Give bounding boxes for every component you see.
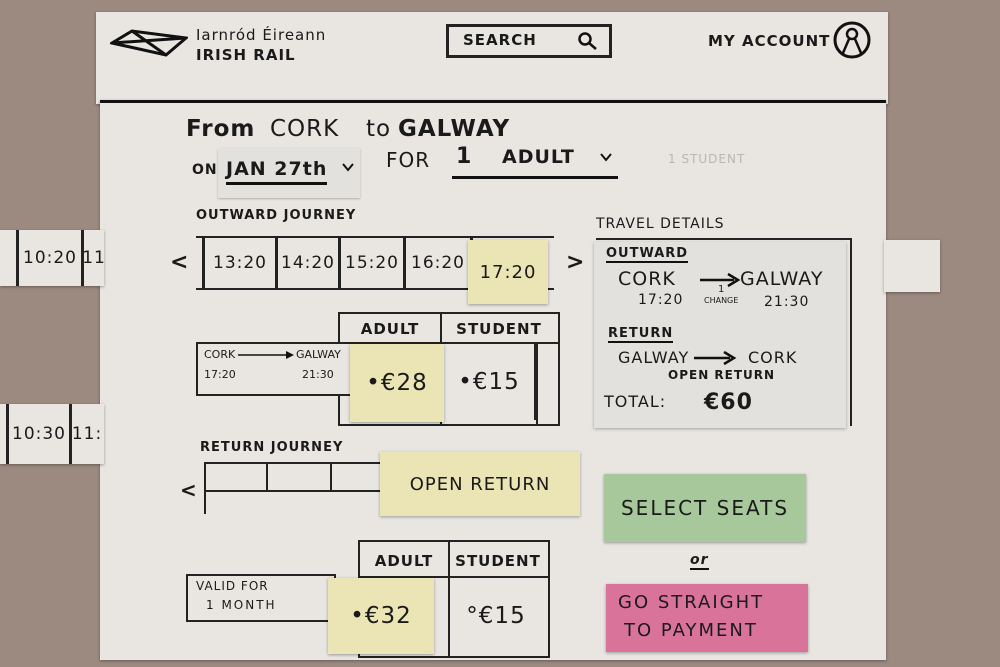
payment-line-2: TO PAYMENT [624,620,758,641]
outward-to: GALWAY [740,268,824,290]
open-return-option[interactable]: OPEN RETURN [380,452,580,516]
outward-adult-price[interactable]: •€28 [350,344,444,422]
my-account[interactable]: MY ACCOUNT [706,20,882,60]
divider [330,462,332,490]
time-slot[interactable]: 15:20 [341,238,406,288]
outward-heading: OUTWARD JOURNEY [196,208,357,223]
route-dep: 17:20 [204,368,236,381]
search-icon[interactable] [577,31,599,51]
on-label: ON [192,162,218,178]
return-label: RETURN [608,326,674,343]
outward-next-button[interactable]: > [566,250,585,275]
return-prev-button[interactable]: < [180,478,198,502]
payment-line-1: GO STRAIGHT [618,592,765,613]
outward-arr: 21:30 [764,294,810,310]
travel-details-card: OUTWARD CORK GALWAY 17:20 1 CHANGE 21:30… [594,242,846,428]
fare-header-student: STUDENT [455,552,541,570]
return-time-strip [204,462,386,514]
divider [266,462,268,490]
return-heading: RETURN JOURNEY [200,440,344,455]
passenger-selector[interactable]: 1 ADULT [452,142,618,179]
time-slot[interactable]: 13:20 [205,238,278,288]
route-from: CORK [204,348,236,361]
time-slot[interactable]: 16:20 [406,238,473,288]
loose-time[interactable]: 11: [72,404,102,464]
go-to-payment-button[interactable]: GO STRAIGHT TO PAYMENT [606,584,808,652]
time-slot[interactable]: 14:20 [278,238,341,288]
loose-time[interactable]: 11 [82,230,105,286]
total-label: TOTAL: [604,392,667,411]
arrow-right-icon [694,350,737,366]
passenger-count: 1 [456,144,473,169]
total-value: €60 [704,390,753,415]
chevron-down-icon [342,163,354,172]
outward-from: CORK [618,268,676,290]
validity-line-1: VALID FOR [196,579,269,593]
rail-logo-icon [110,29,188,57]
irish-rail-logo[interactable]: Iarnród Éireann IRISH RAIL [110,26,350,64]
divider [536,342,538,424]
from-station[interactable]: CORK [270,116,339,142]
fare-header-adult: ADULT [360,320,420,338]
outward-dep: 17:20 [638,292,684,308]
from-label: From [186,116,256,142]
brand-line-1: Iarnród Éireann [196,26,327,44]
return-student-price[interactable]: °€15 [448,580,544,652]
loose-strip-right [884,240,940,292]
date-selector[interactable]: JAN 27th [218,148,360,198]
select-seats-button[interactable]: SELECT SEATS [604,474,806,542]
chevron-down-icon [600,153,612,162]
validity-line-2: 1 MONTH [206,598,277,612]
loose-times-strip-top[interactable]: 10:20 11 [0,230,105,286]
outward-route-card: CORK GALWAY 17:20 21:30 [196,342,352,396]
outward-student-price[interactable]: •€15 [444,344,536,420]
change-count: 1 [718,284,725,295]
arrow-right-icon [238,351,294,359]
change-label: CHANGE [704,296,739,305]
divider [206,490,386,492]
search-label: SEARCH [463,31,537,49]
fare-header-student: STUDENT [456,320,542,338]
route-to: GALWAY [296,348,341,361]
return-type: OPEN RETURN [668,368,776,382]
outward-prev-button[interactable]: < [170,250,189,275]
to-label: to [366,116,392,142]
for-label: FOR [386,148,431,172]
search-box[interactable]: SEARCH [446,24,612,58]
divider [206,462,386,464]
return-to: CORK [748,348,798,367]
header-divider [100,100,886,103]
loose-time[interactable]: 10:20 [19,230,81,286]
to-station[interactable]: GALWAY [398,116,510,142]
account-label: MY ACCOUNT [708,32,831,50]
user-avatar-icon[interactable] [832,20,872,60]
return-validity-card: VALID FOR 1 MONTH [186,574,336,622]
time-slot-selected[interactable]: 17:20 [468,240,548,304]
route-arr: 21:30 [302,368,334,381]
travel-details-heading: TRAVEL DETAILS [596,216,725,232]
return-adult-price[interactable]: •€32 [328,578,434,654]
loose-times-strip-bottom[interactable]: 10:30 11: [0,404,104,464]
return-from: GALWAY [618,348,690,367]
brand-line-2: IRISH RAIL [196,46,296,64]
date-value: JAN 27th [226,158,328,185]
loose-time[interactable]: 10:30 [9,404,69,464]
header-paper: Iarnród Éireann IRISH RAIL SEARCH MY ACC… [96,12,888,104]
or-label: or [690,552,709,570]
ghost-passenger-option: 1 STUDENT [668,152,746,166]
fare-header-adult: ADULT [374,552,434,570]
outward-label: OUTWARD [606,246,689,263]
passenger-type: ADULT [502,146,575,168]
